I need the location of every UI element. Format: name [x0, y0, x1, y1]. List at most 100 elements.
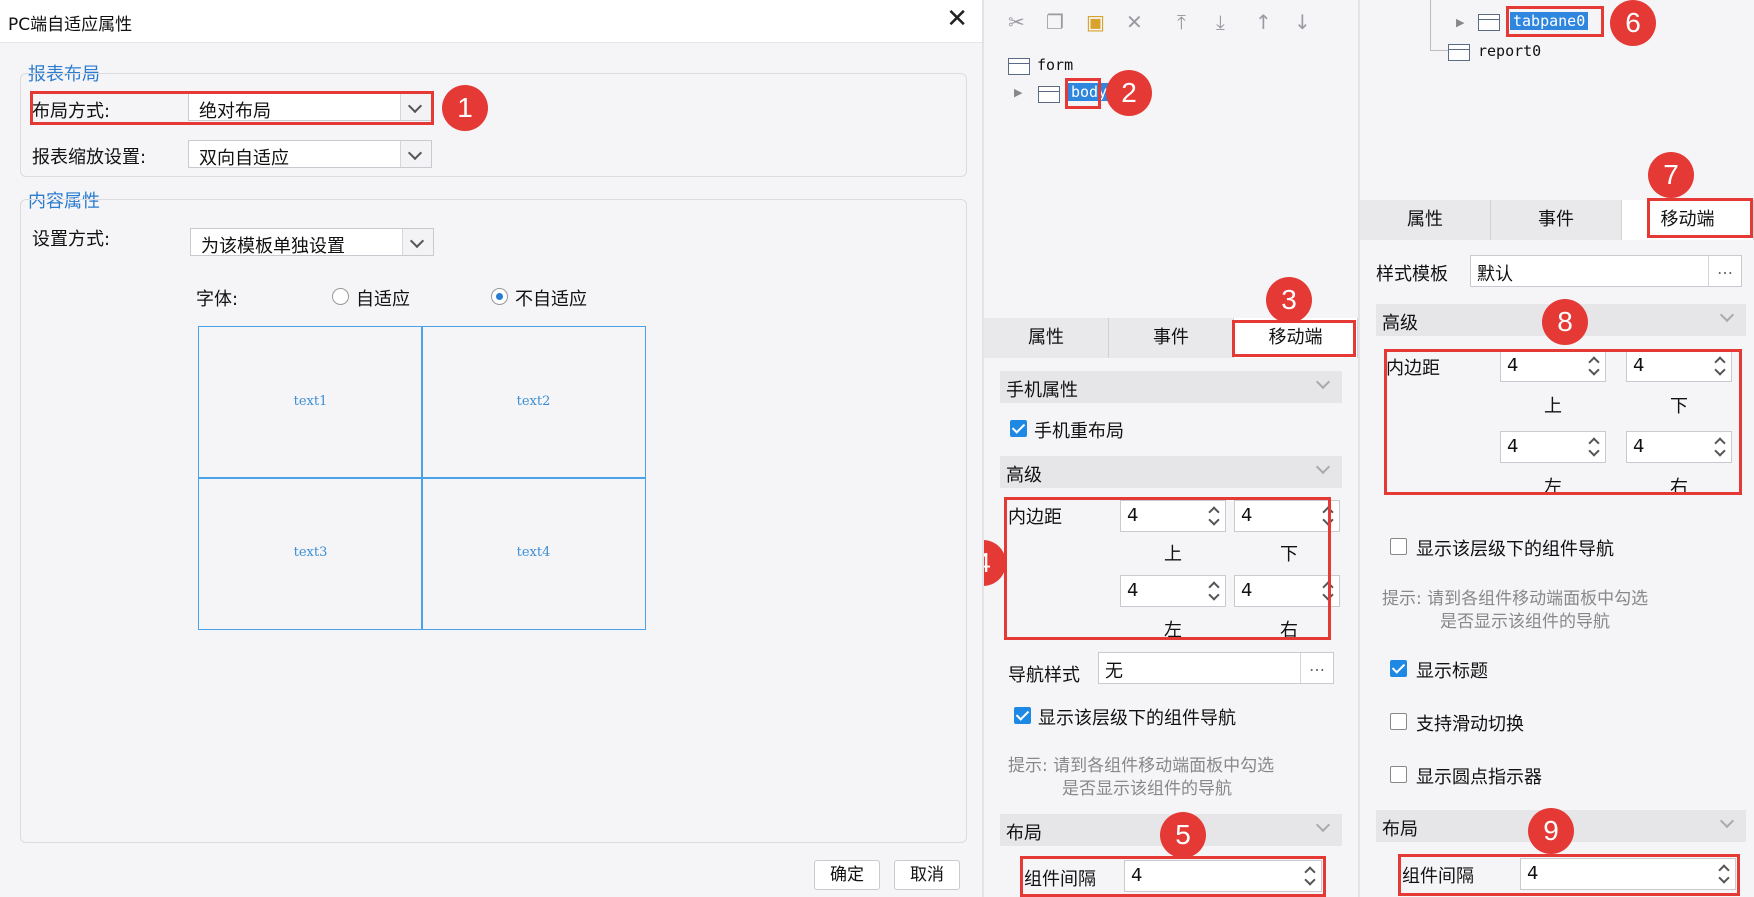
radio-not-adaptive-label[interactable]: 不自适应 [515, 285, 587, 311]
cancel-button[interactable]: 取消 [894, 860, 960, 890]
style-template-label: 样式模板 [1376, 264, 1448, 285]
zoom-setting-select[interactable]: 双向自适应 [188, 140, 432, 169]
ok-button[interactable]: 确定 [814, 860, 880, 890]
preview-cell-text: text4 [516, 544, 551, 560]
setting-mode-select[interactable]: 为该模板单独设置 [190, 228, 434, 257]
style-template-field[interactable]: 默认 … [1470, 255, 1742, 287]
report-layout-group [20, 73, 967, 177]
dialog-title: PC端自适应属性 [8, 15, 133, 35]
swipe-checkbox[interactable] [1390, 713, 1407, 730]
show-nav-label[interactable]: 显示该层级下的组件导航 [1416, 535, 1614, 561]
paste-icon[interactable]: ▣ [1086, 10, 1105, 34]
highlight-padding [1004, 497, 1331, 640]
preview-cell-1: text1 [198, 326, 423, 479]
tab-properties[interactable]: 属性 [1360, 200, 1491, 240]
badge-4: 4 [984, 540, 1006, 586]
collapse-icon[interactable] [1719, 307, 1735, 323]
preview-cell-4: text4 [421, 477, 646, 630]
close-icon[interactable]: ✕ [946, 4, 968, 34]
move-top-icon[interactable]: ⤒ [1177, 10, 1186, 34]
nav-style-field[interactable]: 无 … [1098, 652, 1334, 684]
badge-9: 9 [1528, 808, 1574, 854]
move-bottom-icon[interactable]: ⤓ [1216, 10, 1225, 34]
preview-cell-2: text2 [421, 326, 646, 479]
collapse-icon[interactable] [1315, 817, 1331, 833]
nav-style-value: 无 [1105, 661, 1123, 682]
hint-line-2: 是否显示该组件的导航 [1440, 612, 1610, 632]
highlight-component-gap [1020, 856, 1326, 897]
nav-style-label: 导航样式 [1008, 665, 1080, 686]
move-up-icon[interactable]: ↑ [1255, 10, 1272, 34]
hint-line-1: 提示: 请到各组件移动端面板中勾选 [1382, 589, 1649, 609]
badge-3: 3 [1266, 277, 1312, 323]
zoom-setting-label: 报表缩放设置: [32, 147, 147, 168]
chevron-down-icon[interactable] [402, 229, 433, 255]
tree-report-label[interactable]: report0 [1478, 42, 1541, 60]
phone-properties-bar[interactable]: 手机属性 [1000, 371, 1342, 403]
radio-adaptive-label[interactable]: 自适应 [356, 285, 410, 311]
collapse-icon[interactable] [1315, 374, 1331, 390]
badge-7: 7 [1648, 152, 1694, 198]
style-template-value: 默认 [1477, 264, 1513, 285]
phone-relayout-label[interactable]: 手机重布局 [1034, 417, 1124, 443]
phone-relayout-checkbox[interactable] [1010, 420, 1027, 437]
delete-icon[interactable]: ✕ [1126, 10, 1143, 34]
hint-line-2: 是否显示该组件的导航 [1062, 779, 1232, 799]
form-icon [1008, 58, 1030, 75]
radio-adaptive[interactable] [332, 288, 349, 305]
highlight-mobile-tab [1647, 198, 1753, 238]
hint-line-1: 提示: 请到各组件移动端面板中勾选 [1008, 756, 1275, 776]
middle-panel: ✂ ❐ ▣ ✕ ⤒ ⤓ ↑ ↓ form ▶ body 2 属性 事件 移动端 … [984, 0, 1358, 897]
preview-cell-3: text3 [198, 477, 423, 630]
font-label: 字体: [196, 289, 239, 310]
badge-2: 2 [1106, 70, 1152, 116]
more-icon[interactable]: … [1708, 256, 1741, 286]
collapse-icon[interactable] [1719, 813, 1735, 829]
show-title-label[interactable]: 显示标题 [1416, 657, 1488, 683]
layout-title: 布局 [1382, 819, 1418, 840]
tree-line [1430, 0, 1431, 50]
more-icon[interactable]: … [1300, 653, 1333, 683]
dialog-titlebar: PC端自适应属性 ✕ [0, 0, 982, 43]
report-icon [1448, 44, 1470, 61]
show-nav-label[interactable]: 显示该层级下的组件导航 [1038, 704, 1236, 730]
tab-events[interactable]: 事件 [1491, 200, 1622, 240]
swipe-label[interactable]: 支持滑动切换 [1416, 710, 1524, 736]
badge-6: 6 [1610, 0, 1656, 46]
preview-cell-text: text3 [293, 544, 328, 560]
tab-properties[interactable]: 属性 [984, 318, 1109, 358]
dot-indicator-label[interactable]: 显示圆点指示器 [1416, 763, 1542, 789]
show-nav-checkbox[interactable] [1390, 538, 1407, 555]
show-nav-checkbox[interactable] [1014, 707, 1031, 724]
badge-5: 5 [1160, 812, 1206, 858]
cut-icon[interactable]: ✂ [1008, 10, 1025, 34]
phone-properties-title: 手机属性 [1006, 380, 1078, 401]
move-down-icon[interactable]: ↓ [1294, 10, 1311, 34]
chevron-down-icon[interactable] [400, 141, 431, 167]
badge-1: 1 [442, 85, 488, 131]
expand-arrow-icon[interactable]: ▶ [1014, 86, 1022, 99]
body-icon [1038, 86, 1060, 103]
pc-adaptive-dialog: PC端自适应属性 ✕ 报表布局 布局方式: 绝对布局 报表缩放设置: 双向自适应… [0, 0, 982, 897]
highlight-mobile-tab [1232, 320, 1356, 357]
radio-not-adaptive[interactable] [491, 288, 508, 305]
collapse-icon[interactable] [1315, 459, 1331, 475]
right-panel: ▶ tabpane0 6 report0 7 属性 事件 移动端 样式模板 默认… [1360, 0, 1754, 897]
setting-mode-label: 设置方式: [32, 229, 111, 250]
advanced-title: 高级 [1006, 465, 1042, 486]
advanced-bar[interactable]: 高级 [1000, 456, 1342, 488]
zoom-setting-value: 双向自适应 [199, 148, 289, 169]
badge-8: 8 [1542, 299, 1588, 345]
highlight-component-gap [1398, 854, 1740, 896]
expand-arrow-icon[interactable]: ▶ [1456, 16, 1464, 29]
tab-events[interactable]: 事件 [1109, 318, 1234, 358]
show-title-checkbox[interactable] [1390, 660, 1407, 677]
copy-icon[interactable]: ❐ [1046, 10, 1064, 34]
preview-cell-text: text2 [516, 393, 551, 409]
highlight-padding [1384, 349, 1742, 495]
setting-mode-value: 为该模板单独设置 [201, 236, 345, 257]
dot-indicator-checkbox[interactable] [1390, 766, 1407, 783]
tree-form-label[interactable]: form [1037, 56, 1073, 74]
tabpane-icon [1478, 14, 1500, 31]
layout-title: 布局 [1006, 823, 1042, 844]
